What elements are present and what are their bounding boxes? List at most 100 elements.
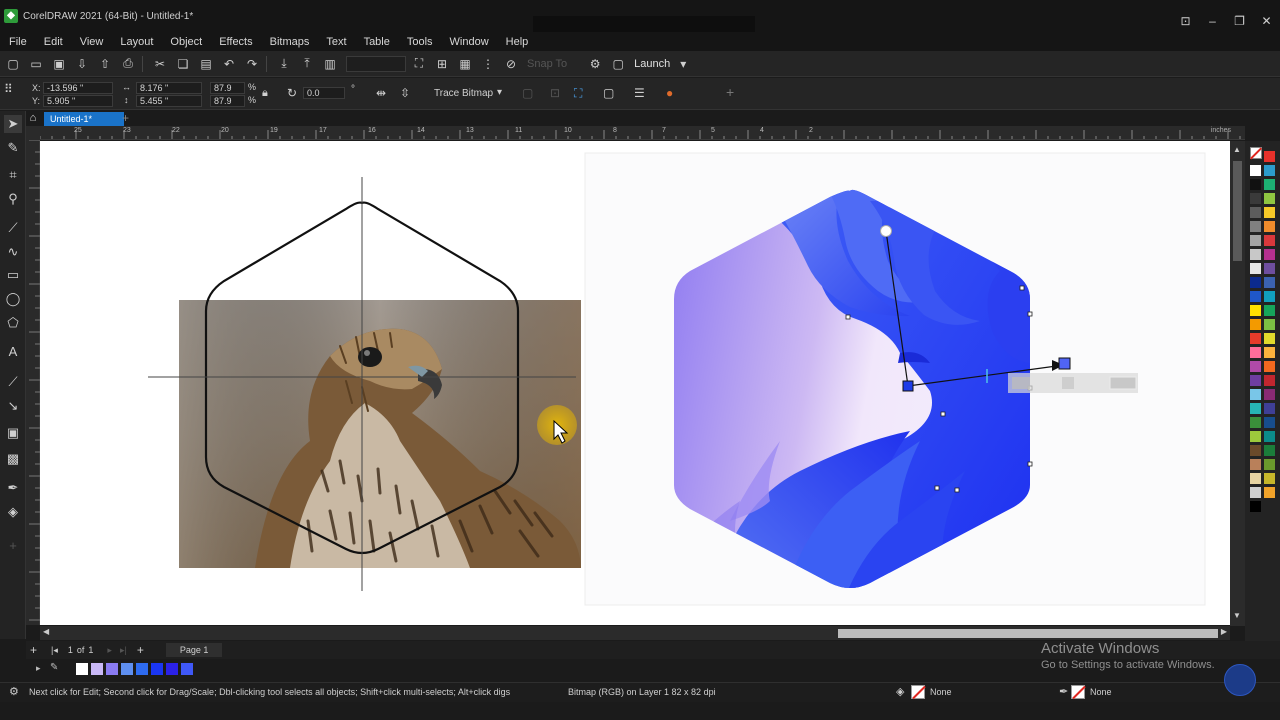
falcon-photo[interactable] (179, 300, 581, 568)
open-icon[interactable]: ▭ (26, 55, 46, 73)
gradient-node-handle[interactable] (902, 380, 914, 392)
palette-swatch[interactable] (1250, 487, 1261, 498)
connector-tool-icon[interactable]: ↘ (4, 397, 22, 415)
palette-swatch[interactable] (1264, 487, 1275, 498)
palette-swatch[interactable] (1250, 221, 1261, 232)
outline-bitmap-icon[interactable]: ▢ (522, 86, 533, 100)
parallel-dimension-icon[interactable]: ⟋ (4, 373, 22, 391)
fill-none-swatch[interactable] (911, 685, 925, 699)
palette-swatch[interactable] (1250, 319, 1261, 330)
eyedropper-icon[interactable]: ✎ (50, 662, 58, 673)
menu-view[interactable]: View (80, 36, 104, 48)
options-gear-icon[interactable]: ⚙ (585, 55, 605, 73)
document-palette-swatch[interactable] (121, 663, 133, 675)
pick-tool-icon[interactable]: ➤ (4, 115, 22, 133)
palette-swatch[interactable] (1250, 193, 1261, 204)
add-page-after-icon[interactable]: + (137, 643, 144, 657)
vertical-scroll-thumb[interactable] (1233, 161, 1242, 261)
palette-swatch[interactable] (1264, 361, 1275, 372)
palette-swatch[interactable] (1264, 403, 1275, 414)
color-mask-icon[interactable]: ● (666, 86, 673, 100)
document-palette-swatch[interactable] (91, 663, 103, 675)
transparency-checker-icon[interactable] (1062, 377, 1074, 389)
crop-tool-icon[interactable]: ⌗ (4, 166, 22, 184)
launch-button[interactable]: Launch (634, 58, 670, 70)
no-color-swatch[interactable] (1249, 147, 1263, 160)
palette-swatch[interactable] (1250, 375, 1261, 386)
export-icon[interactable]: ⤒ (297, 55, 317, 73)
palette-swatch[interactable] (1264, 235, 1275, 246)
outline-none-swatch[interactable] (1071, 685, 1085, 699)
page-tab-1[interactable]: Page 1 (165, 643, 223, 657)
close-icon[interactable]: ✕ (1253, 14, 1280, 28)
snap-to-dropdown[interactable]: Snap To (527, 58, 567, 70)
show-rulers-icon[interactable]: ⊞ (432, 55, 452, 73)
copy-icon[interactable]: ❏ (173, 55, 193, 73)
palette-swatch[interactable] (1264, 459, 1275, 470)
palette-swatch[interactable] (1250, 333, 1261, 344)
interactive-fill-icon[interactable]: ◈ (4, 503, 22, 521)
next-page-icon[interactable]: ▸ (107, 645, 112, 656)
resample-icon[interactable]: ⛶ (574, 86, 582, 101)
menu-edit[interactable]: Edit (44, 36, 63, 48)
snap-off-icon[interactable]: ⊘ (501, 55, 521, 73)
polygon-tool-icon[interactable]: ⬠ (4, 314, 22, 332)
crop-bitmap-icon[interactable]: ⊡ (550, 86, 560, 100)
mirror-vertical-icon[interactable]: ⇳ (400, 86, 410, 100)
palette-swatch[interactable] (1250, 403, 1261, 414)
scroll-up-icon[interactable]: ▲ (1233, 145, 1241, 154)
document-palette-swatch[interactable] (76, 663, 88, 675)
document-palette-swatch[interactable] (151, 663, 163, 675)
redo-icon[interactable]: ↷ (242, 55, 262, 73)
palette-swatch[interactable] (1250, 361, 1261, 372)
artistic-media-icon[interactable]: ∿ (4, 243, 22, 261)
trace-bitmap-button[interactable]: Trace Bitmap (434, 88, 493, 99)
palette-swatch[interactable] (1264, 151, 1275, 162)
document-palette-swatch[interactable] (166, 663, 178, 675)
full-screen-icon[interactable]: ⛶ (409, 55, 429, 73)
text-tool-icon[interactable]: A (4, 343, 22, 361)
palette-swatch[interactable] (1264, 375, 1275, 386)
rotation-field[interactable]: 0.0 (303, 87, 345, 99)
tab-untitled-1[interactable]: Untitled-1* (44, 112, 124, 126)
import-icon[interactable]: ⤓ (274, 55, 294, 73)
print-icon[interactable]: ⎙ (118, 55, 138, 73)
show-guidelines-icon[interactable]: ⋮ (478, 55, 498, 73)
reference-point-icon[interactable]: ⠿ (4, 82, 13, 96)
chevron-down-icon[interactable]: ▾ (497, 87, 502, 98)
ruler-corner[interactable] (26, 126, 40, 140)
palette-swatch[interactable] (1264, 431, 1275, 442)
gradient-start-handle[interactable] (880, 225, 892, 237)
zoom-level-select[interactable] (346, 55, 406, 72)
settings-gear-icon[interactable]: ⚙ (9, 685, 19, 698)
scale-width-field[interactable]: 87.9 (210, 82, 245, 94)
edit-bitmap-icon[interactable]: ☰ (634, 86, 645, 100)
palette-swatch[interactable] (1264, 179, 1275, 190)
document-palette-swatch[interactable] (136, 663, 148, 675)
scroll-left-icon[interactable]: ◀ (43, 627, 49, 636)
document-palette-swatch[interactable] (181, 663, 193, 675)
palette-swatch[interactable] (1264, 333, 1275, 344)
cut-icon[interactable]: ✂ (150, 55, 170, 73)
width-field[interactable]: 8.176 " (136, 82, 202, 94)
palette-swatch[interactable] (1264, 347, 1275, 358)
palette-swatch[interactable] (1250, 249, 1261, 260)
add-tool-icon[interactable]: + (4, 537, 22, 555)
y-position-field[interactable]: 5.905 " (43, 95, 113, 107)
menu-help[interactable]: Help (506, 36, 529, 48)
palette-swatch[interactable] (1264, 291, 1275, 302)
lock-ratio-icon[interactable]: 🔒︎ (262, 87, 268, 100)
palette-swatch[interactable] (1250, 417, 1261, 428)
palette-swatch[interactable] (1250, 501, 1261, 512)
last-page-icon[interactable]: ▸| (120, 645, 127, 656)
palette-swatch[interactable] (1264, 305, 1275, 316)
freehand-tool-icon[interactable]: ⟋ (4, 219, 22, 237)
ellipse-tool-icon[interactable]: ◯ (4, 290, 22, 308)
mirror-horizontal-icon[interactable]: ⇹ (376, 86, 386, 100)
palette-swatch[interactable] (1250, 235, 1261, 246)
menu-window[interactable]: Window (450, 36, 489, 48)
first-page-icon[interactable]: |◂ (51, 645, 58, 656)
palette-swatch[interactable] (1264, 473, 1275, 484)
palette-swatch[interactable] (1250, 277, 1261, 288)
palette-swatch[interactable] (1264, 445, 1275, 456)
